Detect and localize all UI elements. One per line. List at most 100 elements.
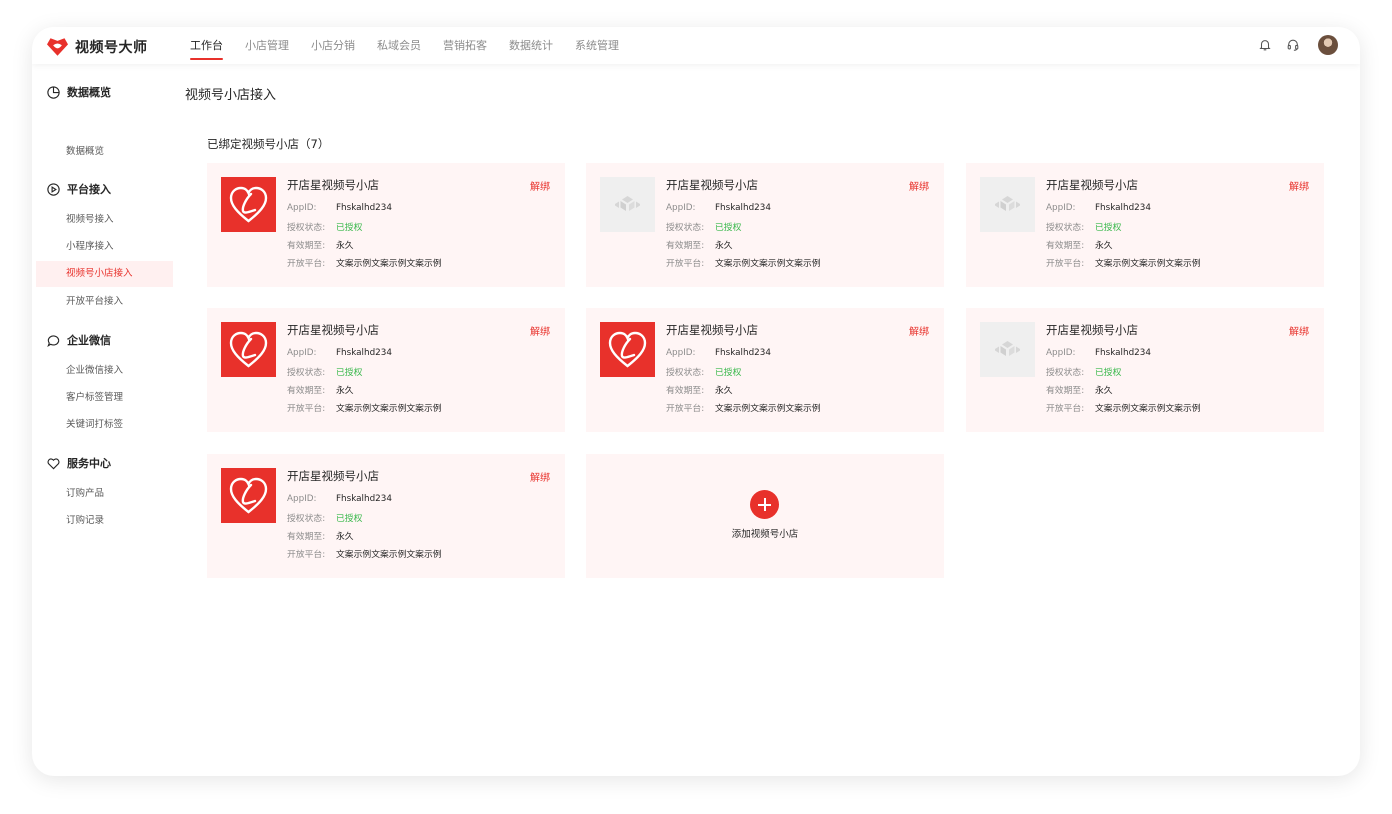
shop-card[interactable]: 开店星视频号小店 解绑 AppID: Fhskalhd234 授权状态: 已授权 有效期至:… <box>207 308 565 432</box>
unbind-button[interactable]: 解绑 <box>530 469 550 484</box>
shop-card[interactable]: 开店星视频号小店 解绑 AppID: Fhskalhd234 授权状态: 已授权 有效期至:… <box>207 454 565 578</box>
field-row-auth-status: 授权状态: 已授权 <box>287 511 362 524</box>
field-row-platform: 开放平台: 文案示例文案示例文案示例 <box>287 256 442 269</box>
field-value-expire: 永久 <box>336 532 354 542</box>
shop-name: 开店星视频号小店 <box>1046 178 1138 192</box>
plus-icon[interactable] <box>750 490 779 519</box>
sidebar-item-channels-shop[interactable]: 视频号小店接入 <box>36 261 173 287</box>
field-value-platform: 文案示例文案示例文案示例 <box>336 404 442 414</box>
sidebar-item-open-platform[interactable]: 开放平台接入 <box>36 289 173 315</box>
field-label-auth-status: 授权状态: <box>1046 368 1085 378</box>
field-label-expire: 有效期至: <box>666 386 705 396</box>
sidebar-item-order-products[interactable]: 订购产品 <box>36 481 173 507</box>
nav-item-marketing[interactable]: 营销拓客 <box>443 27 487 64</box>
field-row-auth-status: 授权状态: 已授权 <box>666 365 741 378</box>
top-nav: 工作台 小店管理 小店分销 私域会员 营销拓客 数据统计 系统管理 <box>190 27 641 64</box>
nav-item-workbench[interactable]: 工作台 <box>190 27 223 64</box>
field-row-expire: 有效期至: 永久 <box>1046 238 1113 251</box>
sidebar-item-data-overview[interactable]: 数据概览 <box>36 139 173 165</box>
field-row-expire: 有效期至: 永久 <box>287 238 354 251</box>
field-label-expire: 有效期至: <box>1046 386 1085 396</box>
sidebar-group-platform: 平台接入 <box>46 181 111 197</box>
field-row-expire: 有效期至: 永久 <box>666 383 733 396</box>
field-value-auth-status: 已授权 <box>336 223 363 233</box>
unbind-button[interactable]: 解绑 <box>909 323 929 338</box>
field-value-expire: 永久 <box>715 386 733 396</box>
field-row-platform: 开放平台: 文案示例文案示例文案示例 <box>1046 401 1201 414</box>
shop-thumbnail <box>600 322 655 377</box>
section-title: 已绑定视频号小店（7） <box>207 137 330 151</box>
field-label-expire: 有效期至: <box>287 386 326 396</box>
field-row-platform: 开放平台: 文案示例文案示例文案示例 <box>1046 256 1201 269</box>
sidebar-item-wecom-access[interactable]: 企业微信接入 <box>36 358 173 384</box>
sidebar: 数据概览 数据概览 平台接入 视频号接入 小程序接入 视频号小店接入 开放平台接… <box>32 64 177 776</box>
field-value-platform: 文案示例文案示例文案示例 <box>336 550 442 560</box>
nav-item-shop-distribution[interactable]: 小店分销 <box>311 27 355 64</box>
field-value-appid: Fhskalhd234 <box>715 203 771 213</box>
field-label-platform: 开放平台: <box>287 259 326 269</box>
field-row-appid: AppID: Fhskalhd234 <box>287 494 392 504</box>
sidebar-item-keyword-tags[interactable]: 关键词打标签 <box>36 412 173 438</box>
bell-icon[interactable] <box>1258 38 1272 52</box>
field-value-auth-status: 已授权 <box>336 514 363 524</box>
unbind-button[interactable]: 解绑 <box>530 323 550 338</box>
unbind-button[interactable]: 解绑 <box>1289 323 1309 338</box>
field-value-expire: 永久 <box>336 241 354 251</box>
shop-card[interactable]: 开店星视频号小店 解绑 AppID: Fhskalhd234 授权状态: 已授权 有效期至:… <box>966 308 1324 432</box>
sidebar-group-title: 企业微信 <box>67 334 111 347</box>
field-value-expire: 永久 <box>715 241 733 251</box>
shop-name: 开店星视频号小店 <box>287 178 379 192</box>
top-bar: 视频号大师 工作台 小店管理 小店分销 私域会员 营销拓客 数据统计 系统管理 <box>32 27 1360 64</box>
shop-card[interactable]: 开店星视频号小店 解绑 AppID: Fhskalhd234 授权状态: 已授权 有效期至:… <box>586 163 944 287</box>
field-label-appid: AppID: <box>287 348 317 358</box>
sidebar-group-service: 服务中心 <box>46 455 111 471</box>
sidebar-item-channels[interactable]: 视频号接入 <box>36 207 173 233</box>
unbind-button[interactable]: 解绑 <box>1289 178 1309 193</box>
nav-item-statistics[interactable]: 数据统计 <box>509 27 553 64</box>
shop-name: 开店星视频号小店 <box>287 323 379 337</box>
field-value-appid: Fhskalhd234 <box>1095 203 1151 213</box>
field-row-appid: AppID: Fhskalhd234 <box>666 348 771 358</box>
shop-name: 开店星视频号小店 <box>666 178 758 192</box>
sidebar-item-customer-tags[interactable]: 客户标签管理 <box>36 385 173 411</box>
shop-card[interactable]: 开店星视频号小店 解绑 AppID: Fhskalhd234 授权状态: 已授权 有效期至:… <box>207 163 565 287</box>
sidebar-item-miniprogram[interactable]: 小程序接入 <box>36 234 173 260</box>
nav-item-private-members[interactable]: 私域会员 <box>377 27 421 64</box>
field-value-auth-status: 已授权 <box>1095 368 1122 378</box>
add-shop-card[interactable]: 添加视频号小店 <box>586 454 944 578</box>
nav-item-shop-management[interactable]: 小店管理 <box>245 27 289 64</box>
field-row-appid: AppID: Fhskalhd234 <box>287 348 392 358</box>
unbind-button[interactable]: 解绑 <box>909 178 929 193</box>
field-row-platform: 开放平台: 文案示例文案示例文案示例 <box>287 401 442 414</box>
field-row-platform: 开放平台: 文案示例文案示例文案示例 <box>666 401 821 414</box>
field-label-platform: 开放平台: <box>666 259 705 269</box>
field-row-appid: AppID: Fhskalhd234 <box>1046 203 1151 213</box>
field-value-expire: 永久 <box>1095 386 1113 396</box>
sidebar-group-title: 平台接入 <box>67 183 111 196</box>
shop-card[interactable]: 开店星视频号小店 解绑 AppID: Fhskalhd234 授权状态: 已授权 有效期至:… <box>586 308 944 432</box>
add-shop-label: 添加视频号小店 <box>731 529 799 540</box>
sidebar-item-order-records[interactable]: 订购记录 <box>36 508 173 534</box>
play-circle-icon <box>47 182 60 196</box>
avatar[interactable] <box>1318 35 1338 55</box>
headset-icon[interactable] <box>1286 38 1300 52</box>
field-label-expire: 有效期至: <box>1046 241 1085 251</box>
nav-item-system-management[interactable]: 系统管理 <box>575 27 619 64</box>
brand[interactable]: 视频号大师 <box>47 37 148 57</box>
field-row-expire: 有效期至: 永久 <box>666 238 733 251</box>
field-value-auth-status: 已授权 <box>715 223 742 233</box>
unbind-button[interactable]: 解绑 <box>530 178 550 193</box>
shop-card[interactable]: 开店星视频号小店 解绑 AppID: Fhskalhd234 授权状态: 已授权 有效期至:… <box>966 163 1324 287</box>
field-label-auth-status: 授权状态: <box>287 223 326 233</box>
field-row-auth-status: 授权状态: 已授权 <box>287 220 362 233</box>
sidebar-group-wecom: 企业微信 <box>46 332 111 348</box>
field-value-platform: 文案示例文案示例文案示例 <box>715 259 821 269</box>
placeholder-image-icon <box>615 196 640 211</box>
field-value-appid: Fhskalhd234 <box>1095 348 1151 358</box>
shop-thumbnail <box>600 177 655 232</box>
top-icons <box>1244 35 1338 55</box>
field-row-platform: 开放平台: 文案示例文案示例文案示例 <box>666 256 821 269</box>
field-row-auth-status: 授权状态: 已授权 <box>287 365 362 378</box>
field-label-auth-status: 授权状态: <box>666 368 705 378</box>
field-label-platform: 开放平台: <box>287 404 326 414</box>
